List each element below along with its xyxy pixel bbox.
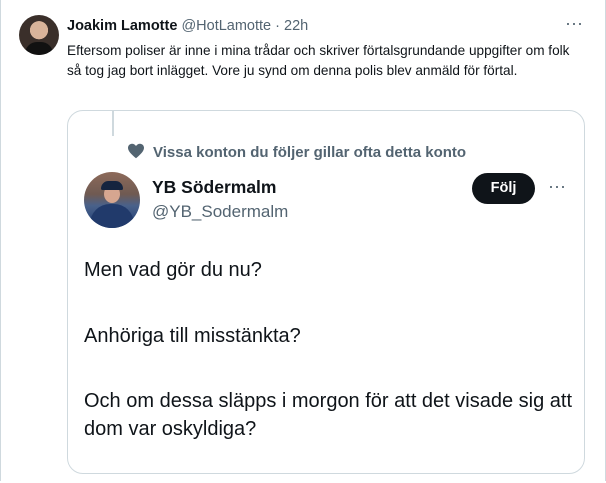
tweet-time[interactable]: 22h: [284, 18, 308, 34]
heart-icon: [128, 143, 144, 159]
quoted-paragraph-3: Och om dessa släpps i morgon för att det…: [84, 390, 573, 440]
quoted-tweet-card[interactable]: Vissa konton du följer gillar ofta detta…: [67, 110, 585, 474]
author-name[interactable]: Joakim Lamotte: [67, 18, 177, 34]
thread-line: [112, 111, 114, 136]
follow-button[interactable]: Följ: [472, 173, 535, 204]
author-handle[interactable]: @HotLamotte: [181, 18, 271, 34]
quoted-paragraph-2: Anhöriga till misstänkta?: [84, 325, 301, 347]
quoted-paragraph-1: Men vad gör du nu?: [84, 259, 262, 281]
quoted-author-handle[interactable]: @YB_Sodermalm: [152, 202, 288, 222]
tweet-header: Joakim Lamotte @HotLamotte · 22h: [67, 18, 308, 34]
tweet-text: Eftersom poliser är inne i mina trådar o…: [67, 43, 570, 78]
time-separator: ·: [275, 18, 280, 34]
quoted-author-avatar[interactable]: [84, 172, 140, 228]
quoted-author-name[interactable]: YB Södermalm: [152, 177, 276, 198]
social-context-text: Vissa konton du följer gillar ofta detta…: [153, 144, 467, 161]
author-avatar[interactable]: [19, 15, 59, 55]
quoted-more-options-icon[interactable]: ···: [548, 176, 566, 197]
social-context: Vissa konton du följer gillar ofta detta…: [127, 143, 466, 161]
more-options-icon[interactable]: ···: [565, 13, 583, 34]
